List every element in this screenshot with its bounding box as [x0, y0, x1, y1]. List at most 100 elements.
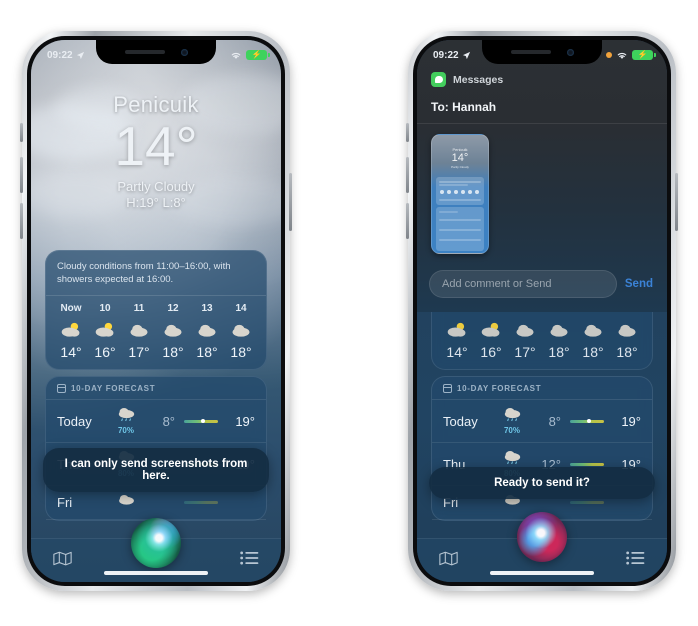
hour-temp: 17° [514, 343, 536, 360]
hour-label: Now [60, 302, 82, 314]
hour-temp: 17° [128, 343, 150, 360]
sun-behind-cloud-icon [88, 318, 122, 342]
cloud-icon [610, 318, 644, 342]
iphone-right: Cloudy conditions from 11:00–16:00, with… [406, 31, 678, 591]
front-camera [566, 48, 574, 56]
cloud-icon [542, 318, 576, 342]
cloud-icon [576, 318, 610, 342]
day-label: Today [57, 413, 92, 429]
weather-screenshot-thumbnail[interactable]: Penicuik 14° Partly Cloudy [431, 134, 489, 254]
daily-row[interactable]: Today 70% 8° 19° [46, 400, 266, 443]
hour-label: 12 [167, 302, 179, 314]
wifi-icon [231, 52, 241, 59]
hour-temp: 18° [196, 343, 218, 360]
hour-label: 14 [235, 302, 247, 314]
cloud-icon [508, 318, 542, 342]
hourly-list: Now 14° 10 16° [46, 296, 266, 369]
high-low-temperature: H:19° L:8° [126, 194, 186, 210]
phone-screen-left: 09:22 ⚡ Penicuik 14° Partly Cloudy H:19°… [31, 40, 281, 582]
wifi-icon [617, 52, 627, 59]
send-button[interactable]: Send [625, 278, 655, 290]
precip-chance: 70% [503, 426, 520, 435]
temperature-range-bar [184, 419, 218, 423]
hour-temp: 18° [548, 343, 570, 360]
volume-down-button[interactable] [406, 203, 409, 239]
temperature-range-bar [570, 462, 604, 466]
phone-bezel: 09:22 ⚡ Penicuik 14° Partly Cloudy H:19°… [27, 36, 285, 586]
thumb-cond: Partly Cloudy [451, 165, 469, 169]
rain-cloud-icon: 70% [491, 407, 533, 435]
thumb-daily-card [436, 207, 484, 251]
home-indicator[interactable] [104, 571, 208, 575]
hourly-item[interactable]: 14 18° [224, 303, 258, 360]
messages-app-icon [431, 72, 446, 87]
map-icon[interactable] [53, 551, 72, 571]
hourly-item[interactable]: 10 16° [88, 303, 122, 360]
add-comment-input[interactable]: Add comment or Send [429, 270, 617, 298]
volume-up-button[interactable] [20, 157, 23, 193]
siri-response-bubble-right: Ready to send it? [429, 467, 655, 499]
daily-row[interactable]: Today 70% 8° 19° [432, 400, 652, 443]
location-arrow-icon [462, 51, 470, 59]
list-icon[interactable] [626, 551, 645, 570]
message-input-row: Add comment or Send Send [417, 262, 667, 302]
precip-chance: 70% [117, 426, 134, 435]
cloud-icon [224, 318, 258, 342]
front-camera [180, 48, 188, 56]
hourly-item[interactable]: Now 14° [54, 303, 88, 360]
list-icon[interactable] [240, 551, 259, 570]
siri-orb-magenta[interactable] [517, 512, 567, 562]
power-button[interactable] [289, 173, 292, 231]
silent-switch[interactable] [406, 123, 409, 142]
notch [96, 40, 216, 64]
location-arrow-icon [76, 51, 84, 59]
hourly-item[interactable]: 11 17° [122, 303, 156, 360]
earpiece-speaker [124, 50, 165, 54]
earpiece-speaker [510, 50, 551, 54]
calendar-icon [443, 384, 452, 393]
siri-orb-green[interactable] [131, 518, 181, 568]
hourly-item[interactable]: 12 18° [156, 303, 190, 360]
screenshot-stage: 09:22 ⚡ Penicuik 14° Partly Cloudy H:19°… [0, 0, 698, 626]
sun-behind-cloud-icon [474, 318, 508, 342]
map-icon[interactable] [439, 551, 458, 571]
phone-bezel: Cloudy conditions from 11:00–16:00, with… [413, 36, 671, 586]
daily-forecast-card: 10-DAY FORECAST Today 70% 8° 19° Thu [431, 376, 653, 521]
iphone-left: 09:22 ⚡ Penicuik 14° Partly Cloudy H:19°… [20, 31, 292, 591]
hourly-item[interactable]: 13 18° [190, 303, 224, 360]
hour-label: 11 [133, 302, 145, 314]
hour-temp: 18° [616, 343, 638, 360]
hourly-forecast-card: Cloudy conditions from 11:00–16:00, with… [45, 250, 267, 370]
volume-down-button[interactable] [20, 203, 23, 239]
cloud-icon [105, 493, 147, 512]
messages-app-name: Messages [453, 73, 504, 86]
rain-cloud-icon: 70% [105, 407, 147, 435]
current-temp-dot [201, 419, 206, 423]
hour-temp: 18° [230, 343, 252, 360]
sun-behind-cloud-icon [440, 318, 474, 342]
thumb-temp: 14° [451, 152, 469, 164]
power-button[interactable] [675, 173, 678, 231]
current-temp-dot [587, 419, 592, 423]
sun-behind-cloud-icon [54, 318, 88, 342]
weather-summary: Cloudy conditions from 11:00–16:00, with… [46, 251, 266, 296]
siri-response-bubble-left: I can only send screenshots from here. [43, 448, 269, 492]
hour-temp: 18° [162, 343, 184, 360]
day-low: 8° [162, 413, 175, 429]
hour-temp: 16° [94, 343, 116, 360]
phone-screen-right: Cloudy conditions from 11:00–16:00, with… [417, 40, 667, 582]
home-indicator[interactable] [490, 571, 594, 575]
battery-charging-icon: ⚡ [246, 50, 270, 60]
temperature-range-bar [184, 501, 218, 504]
message-attachment-area: Penicuik 14° Partly Cloudy [417, 124, 667, 262]
notch [482, 40, 602, 64]
message-recipient: To: Hannah [417, 91, 667, 124]
current-condition: Partly Cloudy [117, 178, 195, 194]
day-label: Fri [57, 495, 73, 510]
weather-hero: Penicuik 14° Partly Cloudy H:19° L:8° [31, 92, 281, 210]
status-time: 09:22 [47, 49, 73, 61]
volume-up-button[interactable] [406, 157, 409, 193]
daily-header-label: 10-DAY FORECAST [457, 384, 542, 393]
silent-switch[interactable] [20, 123, 23, 142]
daily-forecast-header: 10-DAY FORECAST [46, 377, 266, 400]
